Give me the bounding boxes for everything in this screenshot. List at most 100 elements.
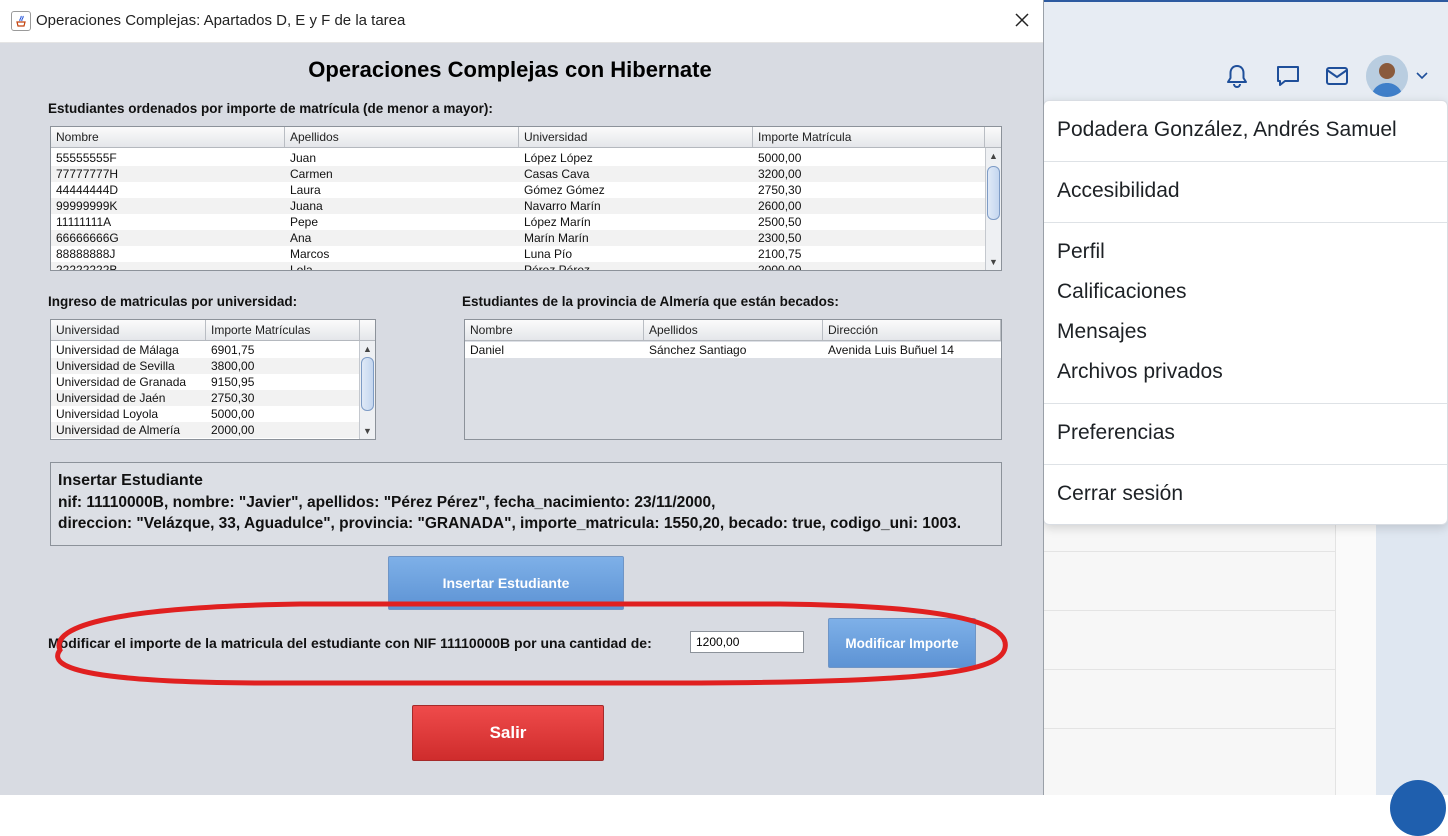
table-row[interactable]: Daniel Sánchez Santiago Avenida Luis Buñ… — [465, 342, 1001, 358]
cell: Marcos — [290, 247, 330, 261]
cell: Universidad de Granada — [56, 375, 187, 389]
table-header: Nombre Apellidos Universidad Importe Mat… — [51, 127, 1001, 148]
scroll-down-icon[interactable]: ▼ — [986, 255, 1001, 269]
cell: Pepe — [290, 215, 319, 229]
cell: Daniel — [470, 343, 505, 357]
menu-item-mensajes[interactable]: Mensajes — [1057, 320, 1147, 344]
cell: 11111111A — [56, 215, 112, 229]
cell: 2750,30 — [758, 183, 802, 197]
app-window: Operaciones Complejas: Apartados D, E y … — [0, 0, 1044, 795]
almeria-scholars-label: Estudiantes de la provincia de Almería q… — [462, 294, 839, 309]
scroll-up-icon[interactable]: ▲ — [986, 149, 1001, 163]
scroll-up-icon[interactable]: ▲ — [360, 342, 375, 356]
cell: Carmen — [290, 167, 333, 181]
vertical-scrollbar[interactable]: ▲ ▼ — [359, 341, 375, 439]
cell: Universidad de Almería — [56, 423, 181, 437]
table-row[interactable]: Universidad Loyola 5000,00 — [51, 406, 360, 422]
cell: 22222222B — [56, 263, 118, 270]
insert-student-line-1: nif: 11110000B, nombre: "Javier", apelli… — [58, 494, 716, 511]
cell: López López — [524, 151, 593, 165]
table-row[interactable]: 55555555F Juan López López 5000,00 — [51, 150, 985, 166]
column-header-importe[interactable]: Importe Matrículas — [206, 320, 360, 340]
cell: Juan — [290, 151, 317, 165]
table-row[interactable]: 22222222B Lola Pérez Pérez 2000,00 — [51, 262, 985, 270]
cell: 2600,00 — [758, 199, 802, 213]
menu-divider — [1044, 161, 1447, 162]
cell: Juana — [290, 199, 323, 213]
column-header-nombre[interactable]: Nombre — [51, 127, 285, 147]
cell: 9150,95 — [211, 375, 255, 389]
menu-item-cerrar-sesion[interactable]: Cerrar sesión — [1057, 482, 1183, 506]
cell: Marín Marín — [524, 231, 589, 245]
cell: Ana — [290, 231, 312, 245]
cell: 44444444D — [56, 183, 119, 197]
insert-student-button[interactable]: Insertar Estudiante — [388, 556, 624, 610]
cell: Universidad de Sevilla — [56, 359, 175, 373]
table-row[interactable]: Universidad de Málaga 6901,75 — [51, 342, 360, 358]
cell: 5000,00 — [758, 151, 802, 165]
cell: 6901,75 — [211, 343, 255, 357]
cell: Pérez Pérez — [524, 263, 591, 270]
cell: Navarro Marín — [524, 199, 601, 213]
university-income-label: Ingreso de matriculas por universidad: — [48, 294, 298, 309]
table-row[interactable]: Universidad de Sevilla 3800,00 — [51, 358, 360, 374]
cell: Universidad Loyola — [56, 407, 159, 421]
modify-amount-button[interactable]: Modificar Importe — [828, 618, 976, 668]
table-header: Universidad Importe Matrículas — [51, 320, 375, 341]
table-row[interactable]: Universidad de Almería 2000,00 — [51, 422, 360, 438]
floating-action-button[interactable] — [1390, 780, 1446, 836]
cell: 2750,30 — [211, 391, 255, 405]
exit-button[interactable]: Salir — [412, 705, 604, 761]
user-menu: Podadera González, Andrés Samuel Accesib… — [1043, 100, 1448, 525]
table-row[interactable]: 44444444D Laura Gómez Gómez 2750,30 — [51, 182, 985, 198]
background-list — [1043, 520, 1336, 795]
column-header-apellidos[interactable]: Apellidos — [644, 320, 823, 340]
table-header: Nombre Apellidos Dirección — [465, 320, 1001, 341]
column-header-universidad[interactable]: Universidad — [51, 320, 206, 340]
cell: 3200,00 — [758, 167, 802, 181]
cell: 55555555F — [56, 151, 117, 165]
column-header-universidad[interactable]: Universidad — [519, 127, 753, 147]
table-row[interactable]: 88888888J Marcos Luna Pío 2100,75 — [51, 246, 985, 262]
menu-item-calificaciones[interactable]: Calificaciones — [1057, 280, 1187, 304]
avatar[interactable] — [1366, 55, 1408, 97]
column-header-apellidos[interactable]: Apellidos — [285, 127, 519, 147]
background-row-divider — [1043, 728, 1335, 729]
column-header-direccion[interactable]: Dirección — [823, 320, 1001, 340]
column-header-nombre[interactable]: Nombre — [465, 320, 644, 340]
menu-item-perfil[interactable]: Perfil — [1057, 240, 1105, 264]
students-table: Nombre Apellidos Universidad Importe Mat… — [50, 126, 1002, 271]
menu-item-accesibilidad[interactable]: Accesibilidad — [1057, 179, 1180, 203]
table-row[interactable]: 11111111A Pepe López Marín 2500,50 — [51, 214, 985, 230]
menu-divider — [1044, 464, 1447, 465]
chevron-down-icon[interactable] — [1416, 67, 1428, 85]
scroll-thumb[interactable] — [987, 166, 1000, 220]
table-row[interactable]: 77777777H Carmen Casas Cava 3200,00 — [51, 166, 985, 182]
cell: 5000,00 — [211, 407, 255, 421]
page-title: Operaciones Complejas con Hibernate — [308, 57, 712, 82]
cell: 77777777H — [56, 167, 119, 181]
scroll-thumb[interactable] — [361, 357, 374, 411]
table-row[interactable]: 99999999K Juana Navarro Marín 2600,00 — [51, 198, 985, 214]
cell: López Marín — [524, 215, 591, 229]
vertical-scrollbar[interactable]: ▲ ▼ — [985, 148, 1001, 270]
table-row[interactable]: Universidad de Granada 9150,95 — [51, 374, 360, 390]
cell: Sánchez Santiago — [649, 343, 747, 357]
chat-icon[interactable] — [1275, 63, 1301, 89]
window-title: Operaciones Complejas: Apartados D, E y … — [36, 12, 406, 29]
cell: 3800,00 — [211, 359, 255, 373]
bell-icon[interactable] — [1224, 63, 1250, 89]
scroll-down-icon[interactable]: ▼ — [360, 424, 375, 438]
amount-input[interactable] — [690, 631, 804, 653]
cell: 2100,75 — [758, 247, 802, 261]
cell: Avenida Luis Buñuel 14 — [828, 343, 954, 357]
table-row[interactable]: 66666666G Ana Marín Marín 2300,50 — [51, 230, 985, 246]
close-icon[interactable] — [1010, 8, 1034, 32]
mail-icon[interactable] — [1324, 63, 1350, 89]
background-row-divider — [1043, 610, 1335, 611]
menu-item-preferencias[interactable]: Preferencias — [1057, 421, 1175, 445]
university-income-table: Universidad Importe Matrículas Universid… — [50, 319, 376, 440]
column-header-importe[interactable]: Importe Matrícula — [753, 127, 985, 147]
table-row[interactable]: Universidad de Jaén 2750,30 — [51, 390, 360, 406]
menu-item-archivos-privados[interactable]: Archivos privados — [1057, 360, 1223, 384]
